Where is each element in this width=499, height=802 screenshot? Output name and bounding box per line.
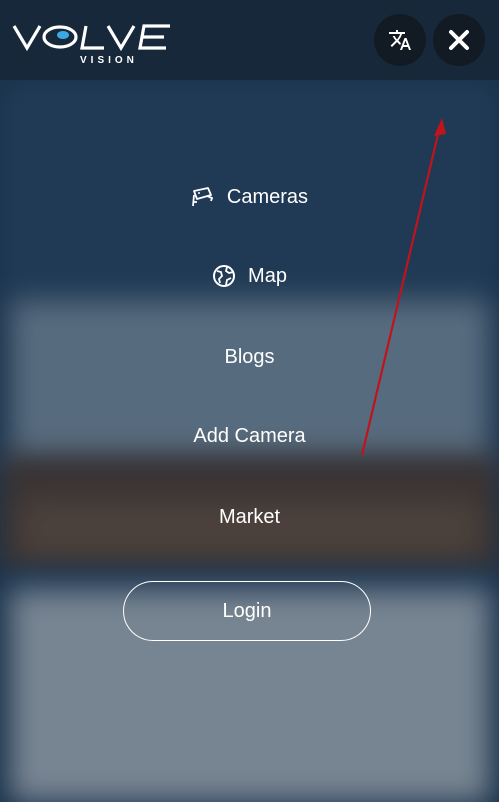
header-bar: VISION	[0, 0, 499, 80]
menu-item-market[interactable]: Market	[0, 497, 499, 537]
translate-button[interactable]	[374, 14, 426, 66]
cctv-camera-icon	[191, 186, 215, 208]
close-icon	[449, 30, 469, 50]
translate-icon	[389, 30, 411, 50]
logo-tagline: VISION	[80, 55, 138, 66]
volve-vision-logo[interactable]: VISION	[12, 20, 172, 66]
menu-item-add-camera[interactable]: Add Camera	[0, 416, 499, 456]
menu-item-label: Map	[248, 264, 287, 287]
menu-item-cameras[interactable]: Cameras	[0, 177, 499, 217]
close-menu-button[interactable]	[433, 14, 485, 66]
menu-item-label: Market	[218, 505, 281, 528]
logo-mark	[12, 24, 170, 52]
menu-item-label: Cameras	[226, 185, 309, 208]
globe-icon	[212, 264, 236, 288]
menu-item-label: Add Camera	[193, 424, 306, 447]
menu-item-blogs[interactable]: Blogs	[0, 337, 499, 377]
login-button[interactable]: Login	[123, 581, 371, 641]
blurred-background	[0, 0, 499, 802]
menu-item-label: Blogs	[224, 345, 275, 368]
login-label: Login	[222, 599, 272, 622]
menu-item-map[interactable]: Map	[0, 256, 499, 296]
